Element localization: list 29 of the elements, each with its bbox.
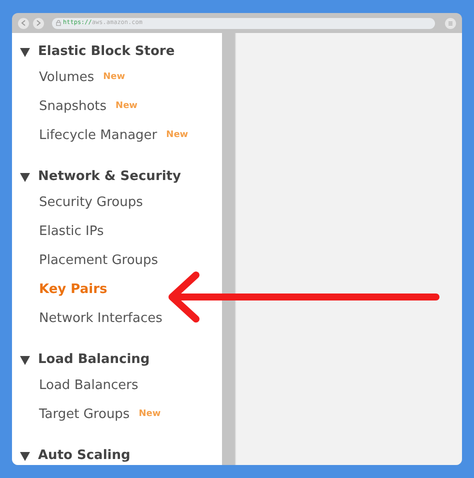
nav-link[interactable]: Elastic IPs [39,222,104,242]
chevron-left-icon [21,20,26,26]
lock-icon [56,20,61,26]
caret-down-icon [20,356,30,364]
caret-down-icon [20,172,30,182]
new-label: New [138,408,161,421]
nav-link[interactable]: Target Groups [39,404,130,424]
nav-link[interactable]: Security Groups [39,192,143,212]
section-header[interactable]: Network & Security [20,166,181,188]
section-header[interactable]: Auto Scaling [20,445,130,465]
nav-link[interactable]: Network Interfaces [39,308,162,328]
caret-down-icon [20,48,30,56]
new-label: New [166,128,188,142]
nav-link[interactable]: Lifecycle Manager [39,126,158,146]
caret-down-icon [20,452,30,460]
menu-button[interactable] [445,18,456,28]
section-header[interactable]: Load Balancing [20,349,150,371]
nav-link[interactable]: Volumes [39,68,94,88]
back-button[interactable] [18,18,29,28]
new-label: New [103,70,126,84]
nav-link[interactable]: Load Balancers [39,376,138,396]
new-label: New [116,100,138,113]
forward-button[interactable] [33,18,44,28]
section-header[interactable]: Elastic Block Store [20,41,175,63]
menu-icon [448,20,453,26]
chevron-right-icon [36,20,41,26]
nav-link[interactable]: Snapshots [39,96,107,116]
nav-link[interactable]: Placement Groups [39,250,158,270]
arrow-icon [166,271,442,323]
